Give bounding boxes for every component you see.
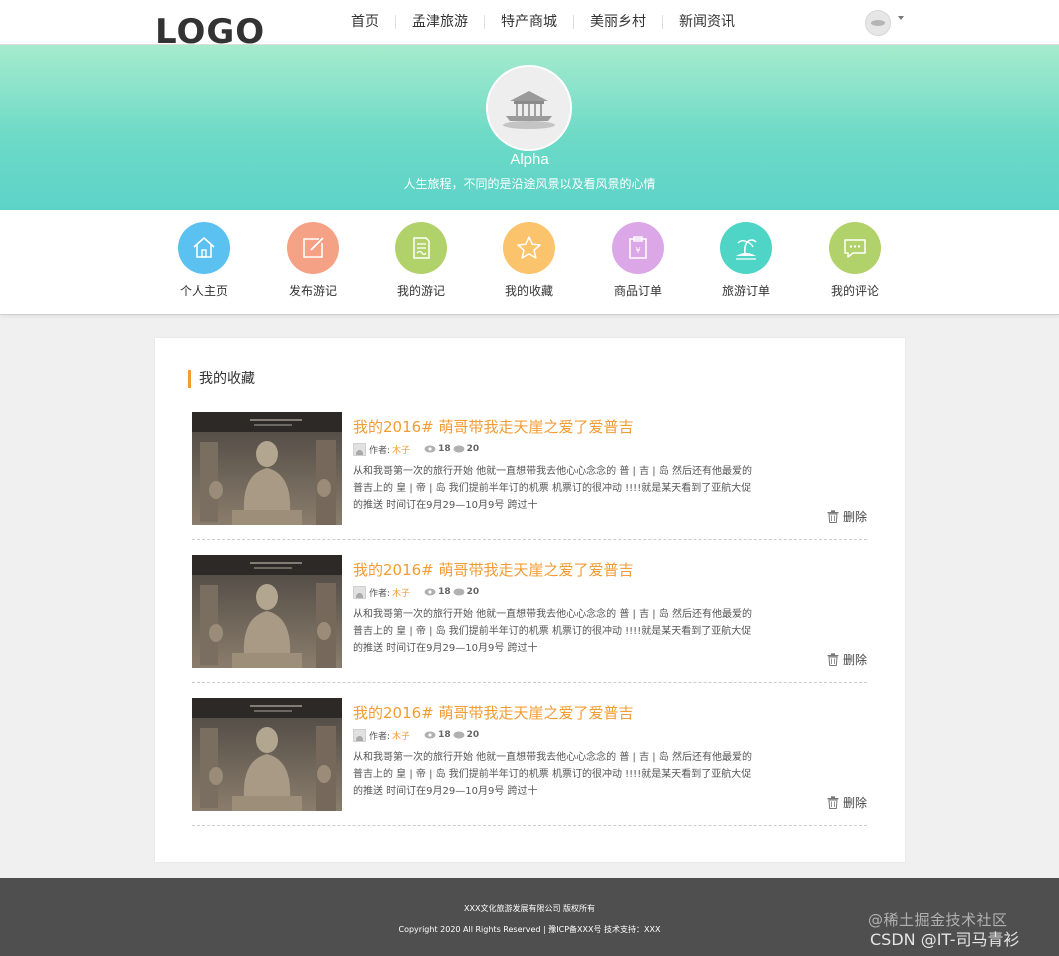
travelogue-meta: 作者: 木子 18 20 — [353, 728, 481, 742]
view-count: 18 — [438, 730, 451, 740]
menu-publish-travelogue[interactable]: 发布游记 — [268, 222, 358, 299]
menu-my-comments[interactable]: 我的评论 — [810, 222, 900, 299]
eye-icon — [424, 588, 436, 596]
menu-label: 我的收藏 — [504, 284, 553, 298]
comment-count: 20 — [466, 730, 480, 740]
menu-product-orders[interactable]: ¥ 商品订单 — [593, 222, 683, 299]
order-clipboard-icon: ¥ — [629, 236, 647, 259]
menu-label: 发布游记 — [288, 284, 337, 298]
view-count: 18 — [438, 444, 451, 454]
eye-icon — [424, 731, 436, 739]
delete-label: 删除 — [842, 653, 867, 667]
travelogue-meta: 作者: 木子 18 20 — [353, 442, 481, 456]
profile-name: Alpha — [510, 151, 549, 168]
nav-news[interactable]: 新闻资讯 — [663, 13, 751, 31]
travelogue-title-link[interactable]: 我的2016# 萌哥带我走天崖之爱了爱普吉 — [353, 559, 634, 580]
avatar-icon — [871, 20, 885, 26]
author-name[interactable]: 木子 — [392, 729, 410, 742]
author-avatar — [353, 442, 366, 456]
menu-personal-home[interactable]: 个人主页 — [159, 222, 249, 299]
main-nav: 首页 孟津旅游 特产商城 美丽乡村 新闻资讯 — [335, 13, 751, 31]
eye-icon — [424, 445, 436, 453]
favorites-panel: 我的收藏 我的2016# 萌哥带我走天崖之爱了爱普吉 作者: 木子 18 20 … — [155, 338, 905, 862]
user-avatar-menu[interactable] — [865, 10, 891, 36]
island-icon — [736, 239, 757, 260]
nav-beautiful-village[interactable]: 美丽乡村 — [574, 13, 662, 31]
comment-count-icon — [453, 445, 465, 453]
menu-label: 个人主页 — [179, 284, 228, 298]
nav-mengjin-travel[interactable]: 孟津旅游 — [396, 13, 484, 31]
author-name[interactable]: 木子 — [392, 443, 410, 456]
buddha-statue-image — [192, 698, 342, 811]
watermark-csdn: CSDN @IT-司马青衫 — [870, 930, 1020, 949]
menu-label: 旅游订单 — [721, 284, 770, 298]
pavilion-icon — [488, 67, 570, 149]
delete-button[interactable]: 删除 — [827, 508, 867, 525]
comment-count: 20 — [466, 587, 480, 597]
document-icon — [413, 237, 430, 259]
view-count: 18 — [438, 587, 451, 597]
menu-travel-orders[interactable]: 旅游订单 — [701, 222, 791, 299]
menu-my-favorites[interactable]: 我的收藏 — [484, 222, 574, 299]
menu-label: 我的评论 — [830, 284, 879, 298]
delete-label: 删除 — [842, 796, 867, 810]
author-prefix: 作者: — [369, 445, 391, 456]
comment-count: 20 — [466, 444, 480, 454]
comment-count-icon — [453, 588, 465, 596]
favorite-item: 我的2016# 萌哥带我走天崖之爱了爱普吉 作者: 木子 18 20 从和我哥第… — [192, 555, 867, 683]
trash-icon — [827, 653, 839, 666]
favorite-item: 我的2016# 萌哥带我走天崖之爱了爱普吉 作者: 木子 18 20 从和我哥第… — [192, 412, 867, 540]
travelogue-meta: 作者: 木子 18 20 — [353, 585, 481, 599]
travelogue-thumbnail[interactable] — [192, 412, 342, 525]
author-name[interactable]: 木子 — [392, 586, 410, 599]
delete-label: 删除 — [842, 510, 867, 524]
travelogue-summary: 从和我哥第一次的旅行开始 他就一直想带我去他心心念念的 普 | 吉 | 岛 然后… — [353, 466, 752, 511]
travelogue-title-link[interactable]: 我的2016# 萌哥带我走天崖之爱了爱普吉 — [353, 416, 634, 437]
user-center-menu: 个人主页 发布游记 我的游记 我的收藏 ¥ 商品订单 旅游订单 我的评论 — [0, 210, 1059, 315]
profile-motto: 人生旅程，不同的是沿途风景以及看风景的心情 — [403, 177, 656, 191]
delete-button[interactable]: 删除 — [827, 651, 867, 668]
svg-text:¥: ¥ — [635, 246, 640, 255]
comment-icon — [844, 239, 866, 258]
author-avatar — [353, 585, 366, 599]
profile-banner: Alpha 人生旅程，不同的是沿途风景以及看风景的心情 — [0, 45, 1059, 210]
travelogue-summary: 从和我哥第一次的旅行开始 他就一直想带我去他心心念念的 普 | 吉 | 岛 然后… — [353, 752, 752, 797]
trash-icon — [827, 796, 839, 809]
travelogue-title-link[interactable]: 我的2016# 萌哥带我走天崖之爱了爱普吉 — [353, 702, 634, 723]
top-header: LOGO 首页 孟津旅游 特产商城 美丽乡村 新闻资讯 — [0, 0, 1059, 52]
author-prefix: 作者: — [369, 731, 391, 742]
comment-count-icon — [453, 731, 465, 739]
edit-icon — [303, 237, 324, 258]
author-avatar — [353, 728, 366, 742]
buddha-statue-image — [192, 412, 342, 525]
chevron-down-icon[interactable] — [898, 16, 904, 20]
travelogue-summary: 从和我哥第一次的旅行开始 他就一直想带我去他心心念念的 普 | 吉 | 岛 然后… — [353, 609, 752, 654]
trash-icon — [827, 510, 839, 523]
menu-my-travelogues[interactable]: 我的游记 — [376, 222, 466, 299]
buddha-statue-image — [192, 555, 342, 668]
menu-label: 商品订单 — [613, 284, 662, 298]
travelogue-thumbnail[interactable] — [192, 555, 342, 668]
author-prefix: 作者: — [369, 588, 391, 599]
home-icon — [193, 236, 215, 258]
section-title: 我的收藏 — [188, 370, 255, 388]
delete-button[interactable]: 删除 — [827, 794, 867, 811]
star-icon — [517, 236, 541, 259]
favorite-item: 我的2016# 萌哥带我走天崖之爱了爱普吉 作者: 木子 18 20 从和我哥第… — [192, 698, 867, 826]
nav-specialty-mall[interactable]: 特产商城 — [485, 13, 573, 31]
nav-home[interactable]: 首页 — [335, 13, 395, 31]
menu-label: 我的游记 — [396, 284, 445, 298]
travelogue-thumbnail[interactable] — [192, 698, 342, 811]
profile-avatar[interactable] — [486, 65, 572, 151]
